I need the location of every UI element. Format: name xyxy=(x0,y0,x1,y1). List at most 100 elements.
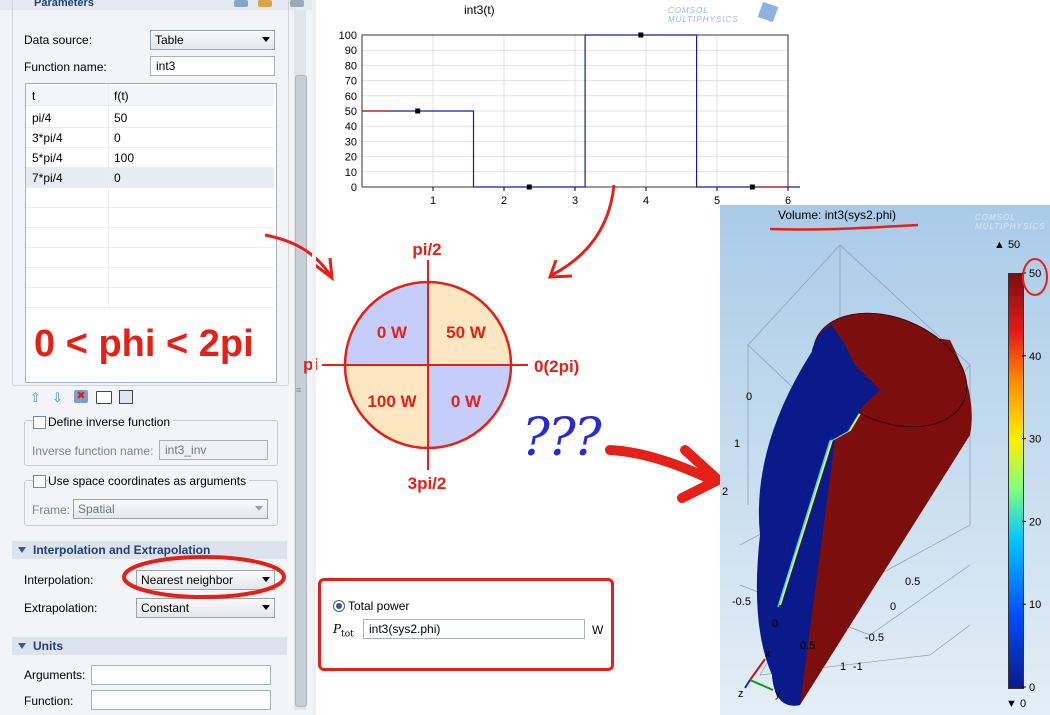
window-splitter[interactable] xyxy=(312,0,316,715)
interpolation-label: Interpolation: xyxy=(24,573,94,587)
y-tick-label: 10 xyxy=(345,167,357,179)
power-symbol: Ptot xyxy=(333,622,354,639)
axis-tick-label: 0 xyxy=(772,618,778,630)
plot-watermark: COMSOL MULTIPHYSICS xyxy=(668,6,739,24)
inverse-name-input[interactable]: int3_inv xyxy=(159,440,268,460)
data-source-label: Data source: xyxy=(24,33,93,47)
data-source-select[interactable]: Table xyxy=(150,30,275,50)
data-point-marker xyxy=(415,108,421,114)
axis-z-label: z xyxy=(738,688,744,700)
axis-tick-label: 2 xyxy=(722,486,728,498)
quadrant-label-top-right: 50 W xyxy=(446,323,487,342)
open-folder-icon[interactable] xyxy=(96,391,112,404)
y-tick-label: 40 xyxy=(345,121,357,133)
extrapolation-label: Extrapolation: xyxy=(24,601,98,615)
total-power-radio[interactable] xyxy=(333,600,345,612)
units-section-title: Units xyxy=(33,639,63,653)
move-up-icon[interactable]: ⇧ xyxy=(30,391,41,404)
axis-tick-label: 0.5 xyxy=(905,576,920,588)
table-header-ft: f(t) xyxy=(114,89,129,103)
delete-icon[interactable]: ✖ xyxy=(74,390,88,403)
splitter-handle[interactable]: ≡ xyxy=(296,385,301,395)
colorbar-tick-label: 10 xyxy=(1029,599,1041,611)
table-header-t: t xyxy=(32,89,36,103)
axis-tick-label: 0.5 xyxy=(800,640,815,652)
table-cell-f[interactable]: 100 xyxy=(114,151,134,165)
table-column-divider xyxy=(108,84,109,309)
table-row-empty[interactable] xyxy=(26,288,274,308)
interpolation-highlight-ellipse xyxy=(122,555,286,599)
table-row[interactable]: 5*pi/4 100 xyxy=(26,148,274,168)
table-row-empty[interactable] xyxy=(26,228,274,248)
function-unit-input[interactable] xyxy=(91,690,271,710)
arguments-label: Arguments: xyxy=(24,668,86,682)
table-row-empty[interactable] xyxy=(26,208,274,228)
power-symbol-sub: tot xyxy=(341,629,354,640)
axis-tick-label: -0.5 xyxy=(865,632,884,644)
label-top: pi/2 xyxy=(412,240,441,259)
table-cell-t[interactable]: 3*pi/4 xyxy=(32,131,63,145)
annotation-range: 0 < phi < 2pi xyxy=(34,323,254,365)
table-cell-f[interactable]: 0 xyxy=(114,171,121,185)
axis-tick-label: 1 xyxy=(734,438,740,450)
volume-plot: Volume: int3(sys2.phi) COMSOL MULTIPHYSI… xyxy=(720,205,1050,715)
colorbar-max-circle xyxy=(1022,258,1048,296)
table-cell-t[interactable]: 5*pi/4 xyxy=(32,151,63,165)
colorbar-tick-label: 30 xyxy=(1029,434,1041,446)
move-down-icon[interactable]: ⇩ xyxy=(52,391,63,404)
parameters-section-title: Parameters xyxy=(34,0,94,9)
function-name-label: Function name: xyxy=(24,60,107,74)
save-icon[interactable] xyxy=(119,390,133,404)
table-row[interactable]: 3*pi/4 0 xyxy=(26,128,274,148)
axis-tick-label: 0 xyxy=(746,391,752,403)
quadrant-label-top-left: 0 W xyxy=(377,323,408,342)
extrapolation-value: Constant xyxy=(141,601,190,615)
toolbar-icon-3[interactable] xyxy=(290,0,304,7)
arguments-input[interactable] xyxy=(91,665,271,685)
y-tick-label: 90 xyxy=(345,45,357,57)
function-unit-label: Function: xyxy=(24,694,74,708)
space-coordinates-label: Use space coordinates as arguments xyxy=(48,474,250,488)
colorbar-tick-label: 20 xyxy=(1029,516,1041,528)
table-row-selected[interactable]: 7*pi/4 0 xyxy=(26,168,274,188)
chevron-down-icon xyxy=(262,37,270,42)
table-cell-t[interactable]: 7*pi/4 xyxy=(32,171,63,185)
y-tick-label: 30 xyxy=(345,136,357,148)
chevron-down-icon xyxy=(262,605,270,610)
collapse-triangle-icon xyxy=(18,547,26,553)
axis-tick-label: -1 xyxy=(853,661,863,673)
power-unit: W xyxy=(592,623,604,637)
quadrant-label-bottom-left: 100 W xyxy=(367,392,417,411)
y-tick-label: 50 xyxy=(345,106,357,118)
table-header: t f(t) xyxy=(26,86,274,106)
inverse-name-label: Inverse function name: xyxy=(32,444,154,458)
table-cell-t[interactable]: pi/4 xyxy=(32,111,51,125)
data-point-marker xyxy=(749,184,755,190)
data-point-marker xyxy=(638,32,644,38)
axis-y-label: y xyxy=(775,688,781,700)
question-marks: ??? xyxy=(522,408,602,468)
table-cell-f[interactable]: 0 xyxy=(114,131,121,145)
label-bottom: 3pi/2 xyxy=(408,474,447,493)
table-cell-f[interactable]: 50 xyxy=(114,111,127,125)
table-row-empty[interactable] xyxy=(26,248,274,268)
y-tick-label: 20 xyxy=(345,152,357,164)
y-tick-label: 70 xyxy=(345,76,357,88)
power-expression-input[interactable]: int3(sys2.phi) xyxy=(363,619,585,639)
function-name-input[interactable]: int3 xyxy=(150,56,275,76)
function-table[interactable]: t f(t) pi/4 50 3*pi/4 0 5*pi/4 100 7*pi/… xyxy=(25,83,277,383)
table-row-empty[interactable] xyxy=(26,268,274,288)
space-coordinates-checkbox[interactable] xyxy=(33,475,46,488)
table-row-empty[interactable] xyxy=(26,188,274,208)
colorbar-tick-label: 40 xyxy=(1029,351,1041,363)
frame-select[interactable]: Spatial xyxy=(73,499,268,519)
y-tick-label: 60 xyxy=(345,91,357,103)
power-symbol-main: P xyxy=(333,622,342,636)
coordinate-triad: x y z xyxy=(738,648,781,700)
label-right: 0(2pi) xyxy=(534,357,579,376)
frame-value: Spatial xyxy=(78,502,115,516)
table-row[interactable]: pi/4 50 xyxy=(26,108,274,128)
units-section-header[interactable]: Units xyxy=(12,637,287,655)
axis-tick-label: -0.5 xyxy=(732,596,751,608)
define-inverse-checkbox[interactable] xyxy=(33,416,46,429)
